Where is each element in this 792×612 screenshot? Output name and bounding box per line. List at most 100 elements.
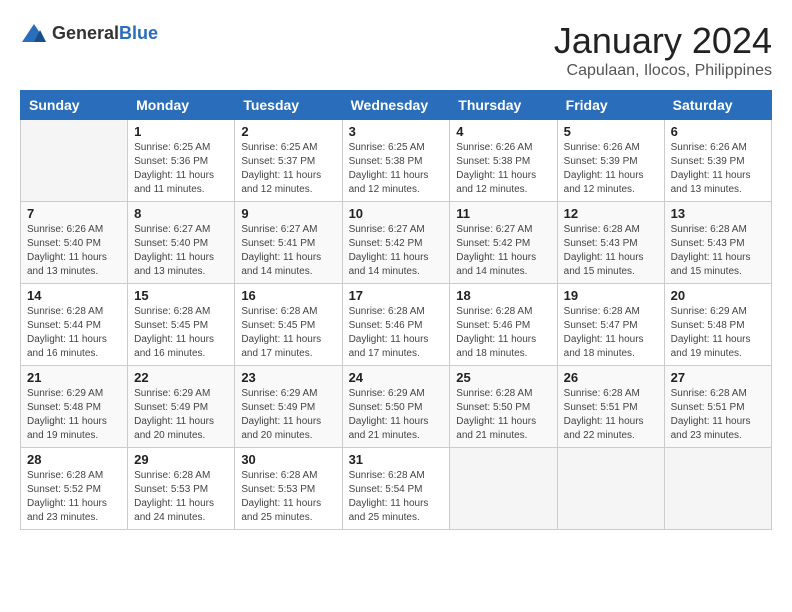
column-header-wednesday: Wednesday <box>342 91 450 120</box>
day-info: Sunrise: 6:27 AM Sunset: 5:40 PM Dayligh… <box>134 223 228 279</box>
day-number: 3 <box>349 124 444 139</box>
calendar-cell: 17 Sunrise: 6:28 AM Sunset: 5:46 PM Dayli… <box>342 284 450 366</box>
day-info: Sunrise: 6:29 AM Sunset: 5:48 PM Dayligh… <box>671 305 765 361</box>
calendar-cell: 19Sunrise: 6:28 AM Sunset: 5:47 PM Dayli… <box>557 284 664 366</box>
calendar-cell: 12 Sunrise: 6:28 AM Sunset: 5:43 PM Dayli… <box>557 202 664 284</box>
day-info: Sunrise: 6:28 AM Sunset: 5:43 PM Dayligh… <box>671 223 765 279</box>
day-number: 14 <box>27 288 121 303</box>
calendar-cell: 16 Sunrise: 6:28 AM Sunset: 5:45 PM Dayli… <box>235 284 342 366</box>
day-number: 29 <box>134 452 228 467</box>
day-number: 8 <box>134 206 228 221</box>
column-header-sunday: Sunday <box>21 91 128 120</box>
day-info: Sunrise: 6:28 AM Sunset: 5:44 PM Dayligh… <box>27 305 121 361</box>
calendar-cell: 30Sunrise: 6:28 AM Sunset: 5:53 PM Dayli… <box>235 448 342 530</box>
day-info: Sunrise: 6:26 AM Sunset: 5:40 PM Dayligh… <box>27 223 121 279</box>
day-number: 26 <box>564 370 658 385</box>
calendar-table: SundayMondayTuesdayWednesdayThursdayFrid… <box>20 90 772 530</box>
day-info: Sunrise: 6:28 AM Sunset: 5:53 PM Dayligh… <box>134 469 228 525</box>
day-number: 13 <box>671 206 765 221</box>
calendar-cell: 6 Sunrise: 6:26 AM Sunset: 5:39 PM Daylig… <box>664 120 771 202</box>
day-number: 22 <box>134 370 228 385</box>
calendar-cell: 9 Sunrise: 6:27 AM Sunset: 5:41 PM Daylig… <box>235 202 342 284</box>
calendar-body: 1Sunrise: 6:25 AM Sunset: 5:36 PM Daylig… <box>21 120 772 530</box>
calendar-cell: 11Sunrise: 6:27 AM Sunset: 5:42 PM Dayli… <box>450 202 557 284</box>
calendar-cell: 10Sunrise: 6:27 AM Sunset: 5:42 PM Dayli… <box>342 202 450 284</box>
day-number: 15 <box>134 288 228 303</box>
day-info: Sunrise: 6:29 AM Sunset: 5:48 PM Dayligh… <box>27 387 121 443</box>
calendar-cell: 13 Sunrise: 6:28 AM Sunset: 5:43 PM Dayli… <box>664 202 771 284</box>
calendar-cell <box>450 448 557 530</box>
calendar-cell: 2 Sunrise: 6:25 AM Sunset: 5:37 PM Daylig… <box>235 120 342 202</box>
title-block: January 2024 Capulaan, Ilocos, Philippin… <box>554 20 772 80</box>
calendar-title: January 2024 <box>554 20 772 62</box>
day-info: Sunrise: 6:28 AM Sunset: 5:53 PM Dayligh… <box>241 469 335 525</box>
day-number: 1 <box>134 124 228 139</box>
week-row-2: 7 Sunrise: 6:26 AM Sunset: 5:40 PM Daylig… <box>21 202 772 284</box>
column-header-tuesday: Tuesday <box>235 91 342 120</box>
day-info: Sunrise: 6:25 AM Sunset: 5:37 PM Dayligh… <box>241 141 335 197</box>
column-header-thursday: Thursday <box>450 91 557 120</box>
day-number: 20 <box>671 288 765 303</box>
day-number: 7 <box>27 206 121 221</box>
day-info: Sunrise: 6:28 AM Sunset: 5:54 PM Dayligh… <box>349 469 444 525</box>
day-number: 12 <box>564 206 658 221</box>
week-row-1: 1Sunrise: 6:25 AM Sunset: 5:36 PM Daylig… <box>21 120 772 202</box>
calendar-cell: 15 Sunrise: 6:28 AM Sunset: 5:45 PM Dayli… <box>128 284 235 366</box>
day-number: 4 <box>456 124 550 139</box>
day-info: Sunrise: 6:27 AM Sunset: 5:41 PM Dayligh… <box>241 223 335 279</box>
day-number: 2 <box>241 124 335 139</box>
day-number: 31 <box>349 452 444 467</box>
day-info: Sunrise: 6:29 AM Sunset: 5:50 PM Dayligh… <box>349 387 444 443</box>
day-number: 23 <box>241 370 335 385</box>
day-info: Sunrise: 6:26 AM Sunset: 5:38 PM Dayligh… <box>456 141 550 197</box>
day-number: 24 <box>349 370 444 385</box>
calendar-header-row: SundayMondayTuesdayWednesdayThursdayFrid… <box>21 91 772 120</box>
day-info: Sunrise: 6:27 AM Sunset: 5:42 PM Dayligh… <box>456 223 550 279</box>
day-info: Sunrise: 6:28 AM Sunset: 5:50 PM Dayligh… <box>456 387 550 443</box>
calendar-cell: 25Sunrise: 6:28 AM Sunset: 5:50 PM Dayli… <box>450 366 557 448</box>
calendar-cell: 29 Sunrise: 6:28 AM Sunset: 5:53 PM Dayli… <box>128 448 235 530</box>
day-number: 18 <box>456 288 550 303</box>
day-number: 9 <box>241 206 335 221</box>
day-info: Sunrise: 6:26 AM Sunset: 5:39 PM Dayligh… <box>564 141 658 197</box>
day-info: Sunrise: 6:26 AM Sunset: 5:39 PM Dayligh… <box>671 141 765 197</box>
day-number: 27 <box>671 370 765 385</box>
calendar-cell: 22 Sunrise: 6:29 AM Sunset: 5:49 PM Dayli… <box>128 366 235 448</box>
day-info: Sunrise: 6:28 AM Sunset: 5:46 PM Dayligh… <box>456 305 550 361</box>
day-info: Sunrise: 6:28 AM Sunset: 5:51 PM Dayligh… <box>671 387 765 443</box>
calendar-cell: 5Sunrise: 6:26 AM Sunset: 5:39 PM Daylig… <box>557 120 664 202</box>
calendar-cell <box>664 448 771 530</box>
day-info: Sunrise: 6:25 AM Sunset: 5:38 PM Dayligh… <box>349 141 444 197</box>
day-number: 19 <box>564 288 658 303</box>
calendar-cell: 1Sunrise: 6:25 AM Sunset: 5:36 PM Daylig… <box>128 120 235 202</box>
logo-blue: Blue <box>119 23 158 43</box>
day-info: Sunrise: 6:28 AM Sunset: 5:52 PM Dayligh… <box>27 469 121 525</box>
week-row-4: 21 Sunrise: 6:29 AM Sunset: 5:48 PM Dayli… <box>21 366 772 448</box>
calendar-cell: 27 Sunrise: 6:28 AM Sunset: 5:51 PM Dayli… <box>664 366 771 448</box>
calendar-cell: 4 Sunrise: 6:26 AM Sunset: 5:38 PM Daylig… <box>450 120 557 202</box>
day-info: Sunrise: 6:29 AM Sunset: 5:49 PM Dayligh… <box>134 387 228 443</box>
calendar-cell: 21 Sunrise: 6:29 AM Sunset: 5:48 PM Dayli… <box>21 366 128 448</box>
day-number: 16 <box>241 288 335 303</box>
calendar-cell: 7 Sunrise: 6:26 AM Sunset: 5:40 PM Daylig… <box>21 202 128 284</box>
day-info: Sunrise: 6:28 AM Sunset: 5:46 PM Dayligh… <box>349 305 444 361</box>
logo: GeneralBlue <box>20 20 158 48</box>
page-header: GeneralBlue January 2024 Capulaan, Iloco… <box>20 20 772 80</box>
calendar-cell: 28 Sunrise: 6:28 AM Sunset: 5:52 PM Dayli… <box>21 448 128 530</box>
day-info: Sunrise: 6:28 AM Sunset: 5:45 PM Dayligh… <box>241 305 335 361</box>
calendar-cell: 24 Sunrise: 6:29 AM Sunset: 5:50 PM Dayli… <box>342 366 450 448</box>
day-info: Sunrise: 6:28 AM Sunset: 5:43 PM Dayligh… <box>564 223 658 279</box>
day-number: 21 <box>27 370 121 385</box>
day-info: Sunrise: 6:28 AM Sunset: 5:45 PM Dayligh… <box>134 305 228 361</box>
calendar-cell: 20 Sunrise: 6:29 AM Sunset: 5:48 PM Dayli… <box>664 284 771 366</box>
calendar-cell: 26Sunrise: 6:28 AM Sunset: 5:51 PM Dayli… <box>557 366 664 448</box>
day-number: 17 <box>349 288 444 303</box>
day-number: 28 <box>27 452 121 467</box>
day-number: 6 <box>671 124 765 139</box>
calendar-cell: 18 Sunrise: 6:28 AM Sunset: 5:46 PM Dayli… <box>450 284 557 366</box>
calendar-cell <box>21 120 128 202</box>
column-header-friday: Friday <box>557 91 664 120</box>
calendar-cell: 3 Sunrise: 6:25 AM Sunset: 5:38 PM Daylig… <box>342 120 450 202</box>
column-header-monday: Monday <box>128 91 235 120</box>
day-info: Sunrise: 6:27 AM Sunset: 5:42 PM Dayligh… <box>349 223 444 279</box>
